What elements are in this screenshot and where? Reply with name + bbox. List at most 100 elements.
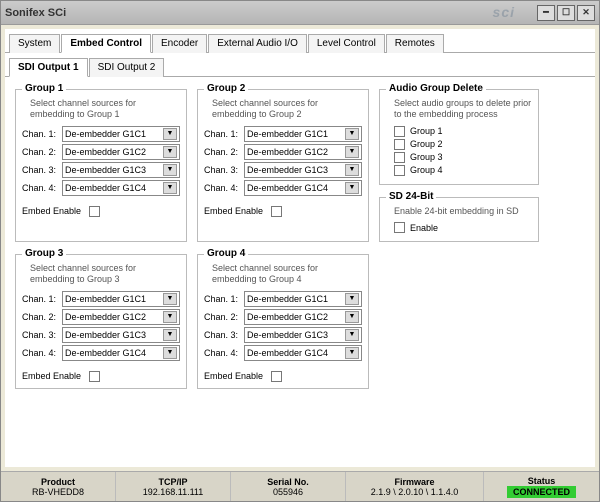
sub-tab-sdi-output-2[interactable]: SDI Output 2 [89, 58, 165, 77]
chan-label: Chan. 3: [22, 330, 62, 340]
chevron-down-icon: ▼ [163, 164, 177, 176]
chan-label: Chan. 4: [22, 183, 62, 193]
group-2-title: Group 2 [204, 83, 248, 94]
side-column: Audio Group Delete Select audio groups t… [379, 83, 539, 242]
sd-24bit-box: SD 24-Bit Enable 24-bit embedding in SD … [379, 197, 539, 243]
status-product: Product RB-VHEDD8 [1, 472, 116, 501]
group-3-chan-2-select[interactable]: De-embedder G1C2▼ [62, 309, 180, 325]
group-4-chan-3-row: Chan. 3:De-embedder G1C3▼ [204, 327, 362, 343]
group-1-chan-2-select[interactable]: De-embedder G1C2▼ [62, 144, 180, 160]
chevron-down-icon: ▼ [345, 347, 359, 359]
group-3-embed-row: Embed Enable [22, 371, 180, 382]
chevron-down-icon: ▼ [345, 311, 359, 323]
audio-delete-group-1-checkbox[interactable] [394, 126, 405, 137]
status-tcpip: TCP/IP 192.168.11.111 [116, 472, 231, 501]
audio-delete-group-3-checkbox[interactable] [394, 152, 405, 163]
group-3-chan-3-row: Chan. 3:De-embedder G1C3▼ [22, 327, 180, 343]
chan-label: Chan. 1: [204, 294, 244, 304]
sub-tab-sdi-output-1[interactable]: SDI Output 1 [9, 58, 88, 77]
group-4-embed-checkbox[interactable] [271, 371, 282, 382]
chan-label: Chan. 3: [204, 165, 244, 175]
group-2-chan-1-select[interactable]: De-embedder G1C1▼ [244, 126, 362, 142]
group-2-chan-2-select[interactable]: De-embedder G1C2▼ [244, 144, 362, 160]
main-tab-encoder[interactable]: Encoder [152, 34, 207, 53]
group-1-chan-1-select[interactable]: De-embedder G1C1▼ [62, 126, 180, 142]
group-2-chan-4-select[interactable]: De-embedder G1C4▼ [244, 180, 362, 196]
audio-delete-group-4-checkbox[interactable] [394, 165, 405, 176]
sd-24bit-desc: Enable 24-bit embedding in SD [394, 206, 532, 217]
group-3-embed-checkbox[interactable] [89, 371, 100, 382]
group-1-chan-4-select[interactable]: De-embedder G1C4▼ [62, 180, 180, 196]
group-2-embed-row: Embed Enable [204, 206, 362, 217]
group-4-chan-3-select[interactable]: De-embedder G1C3▼ [244, 327, 362, 343]
group-2-chan-3-select[interactable]: De-embedder G1C3▼ [244, 162, 362, 178]
brand-logo: sci [493, 4, 515, 20]
main-tab-system[interactable]: System [9, 34, 60, 53]
group-3-chan-4-select[interactable]: De-embedder G1C4▼ [62, 345, 180, 361]
chan-label: Chan. 4: [204, 348, 244, 358]
status-serial: Serial No. 055946 [231, 472, 346, 501]
chan-label: Chan. 2: [22, 312, 62, 322]
group-2-desc: Select channel sources for embedding to … [212, 98, 362, 120]
group-2-box: Group 2Select channel sources for embedd… [197, 89, 369, 242]
audio-delete-group-3-row: Group 3 [386, 152, 532, 163]
chevron-down-icon: ▼ [345, 293, 359, 305]
chevron-down-icon: ▼ [345, 146, 359, 158]
group-3-chan-1-select[interactable]: De-embedder G1C1▼ [62, 291, 180, 307]
chevron-down-icon: ▼ [163, 128, 177, 140]
chan-label: Chan. 4: [204, 183, 244, 193]
group-1-chan-1-row: Chan. 1:De-embedder G1C1▼ [22, 126, 180, 142]
window-title: Sonifex SCi [5, 7, 537, 19]
main-tab-external-audio-i-o[interactable]: External Audio I/O [208, 34, 307, 53]
audio-delete-group-2-row: Group 2 [386, 139, 532, 150]
minimize-button[interactable]: ━ [537, 5, 555, 21]
chan-label: Chan. 3: [204, 330, 244, 340]
audio-delete-group-2-checkbox[interactable] [394, 139, 405, 150]
group-3-desc: Select channel sources for embedding to … [30, 263, 180, 285]
chan-label: Chan. 3: [22, 165, 62, 175]
connected-badge: CONNECTED [507, 486, 576, 498]
group-4-chan-4-row: Chan. 4:De-embedder G1C4▼ [204, 345, 362, 361]
chevron-down-icon: ▼ [345, 128, 359, 140]
chan-label: Chan. 1: [22, 294, 62, 304]
chan-label: Chan. 1: [204, 129, 244, 139]
chevron-down-icon: ▼ [345, 182, 359, 194]
chevron-down-icon: ▼ [163, 329, 177, 341]
sd-24bit-enable-row: Enable [386, 222, 532, 233]
chevron-down-icon: ▼ [163, 182, 177, 194]
group-2-embed-checkbox[interactable] [271, 206, 282, 217]
group-1-embed-checkbox[interactable] [89, 206, 100, 217]
group-4-chan-2-select[interactable]: De-embedder G1C2▼ [244, 309, 362, 325]
sd-24bit-checkbox[interactable] [394, 222, 405, 233]
group-3-chan-2-row: Chan. 2:De-embedder G1C2▼ [22, 309, 180, 325]
main-tab-level-control[interactable]: Level Control [308, 34, 385, 53]
group-4-chan-1-select[interactable]: De-embedder G1C1▼ [244, 291, 362, 307]
main-tabs: SystemEmbed ControlEncoderExternal Audio… [5, 29, 595, 53]
sub-tabs: SDI Output 1SDI Output 2 [5, 53, 595, 77]
group-3-box: Group 3Select channel sources for embedd… [15, 254, 187, 389]
group-1-embed-row: Embed Enable [22, 206, 180, 217]
maximize-button[interactable]: ☐ [557, 5, 575, 21]
titlebar: Sonifex SCi sci ━ ☐ ✕ [1, 1, 599, 25]
chevron-down-icon: ▼ [345, 164, 359, 176]
audio-group-delete-desc: Select audio groups to delete prior to t… [394, 98, 532, 120]
group-1-chan-3-row: Chan. 3:De-embedder G1C3▼ [22, 162, 180, 178]
group-2-chan-4-row: Chan. 4:De-embedder G1C4▼ [204, 180, 362, 196]
group-3-chan-1-row: Chan. 1:De-embedder G1C1▼ [22, 291, 180, 307]
client-area: SystemEmbed ControlEncoderExternal Audio… [5, 29, 595, 467]
close-button[interactable]: ✕ [577, 5, 595, 21]
group-1-chan-4-row: Chan. 4:De-embedder G1C4▼ [22, 180, 180, 196]
group-3-chan-3-select[interactable]: De-embedder G1C3▼ [62, 327, 180, 343]
group-3-title: Group 3 [22, 248, 66, 259]
status-connection: Status CONNECTED [484, 472, 599, 501]
group-2-chan-3-row: Chan. 3:De-embedder G1C3▼ [204, 162, 362, 178]
group-4-title: Group 4 [204, 248, 248, 259]
group-4-chan-4-select[interactable]: De-embedder G1C4▼ [244, 345, 362, 361]
chevron-down-icon: ▼ [163, 347, 177, 359]
group-1-chan-3-select[interactable]: De-embedder G1C3▼ [62, 162, 180, 178]
main-tab-remotes[interactable]: Remotes [386, 34, 444, 53]
group-1-chan-2-row: Chan. 2:De-embedder G1C2▼ [22, 144, 180, 160]
window-buttons: ━ ☐ ✕ [537, 5, 595, 21]
main-tab-embed-control[interactable]: Embed Control [61, 34, 151, 53]
chevron-down-icon: ▼ [345, 329, 359, 341]
